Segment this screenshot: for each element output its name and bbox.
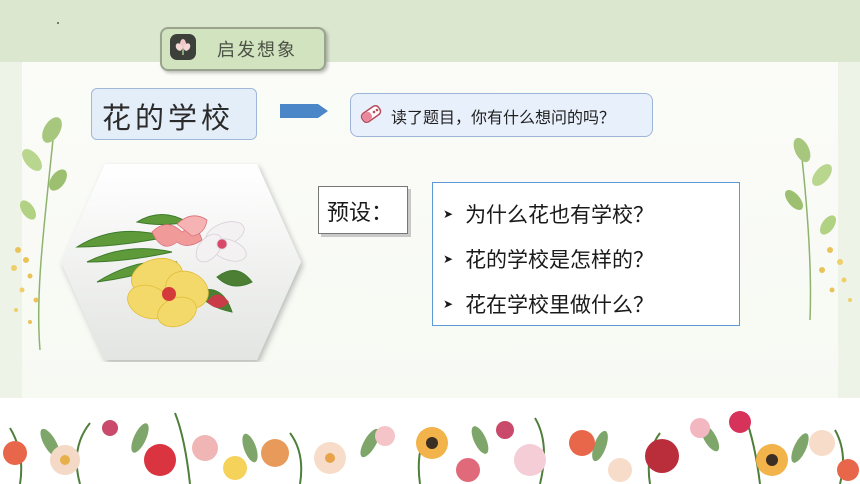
bullet-arrow-icon: ➤ (443, 252, 454, 266)
flower-icon (170, 34, 196, 60)
preset-list: ➤ 为什么花也有学校？ ➤ 花的学校是怎样的？ ➤ 花在学校里做什么？ (432, 182, 740, 326)
pencil-eraser-icon (360, 104, 382, 124)
question-prompt-box: 读了题目，你有什么想问的吗？ (350, 93, 653, 137)
list-item: ➤ 花在学校里做什么？ (443, 289, 654, 319)
preset-label: 预设： (327, 201, 394, 226)
list-item-text: 为什么花也有学校？ (465, 203, 655, 227)
top-band (0, 0, 860, 62)
list-item: ➤ 为什么花也有学校？ (443, 199, 654, 229)
section-tag: 启发想象 (160, 27, 326, 71)
bullet-arrow-icon: ➤ (443, 297, 454, 311)
bullet-arrow-icon: ➤ (443, 207, 454, 221)
list-item-text: 花在学校里做什么？ (465, 293, 655, 317)
right-arrow-icon (280, 104, 328, 118)
flower-border-decoration (0, 398, 860, 484)
lesson-title-box: 花的学校 (91, 88, 257, 140)
list-item-text: 花的学校是怎样的？ (465, 248, 655, 272)
section-tag-label: 启发想象 (217, 40, 297, 61)
flower-bouquet-image (61, 164, 301, 360)
right-sprig-decoration (785, 137, 852, 321)
dot-mark (57, 22, 59, 24)
list-item: ➤ 花的学校是怎样的？ (443, 244, 654, 274)
lesson-title: 花的学校 (102, 101, 235, 135)
question-text: 读了题目，你有什么想问的吗？ (391, 108, 616, 127)
slide: 启发想象 花的学校 读了题目，你有什么想问的吗？ 预设： ➤ 为什么花也有学校？… (0, 0, 860, 484)
preset-label-box: 预设： (318, 186, 408, 234)
